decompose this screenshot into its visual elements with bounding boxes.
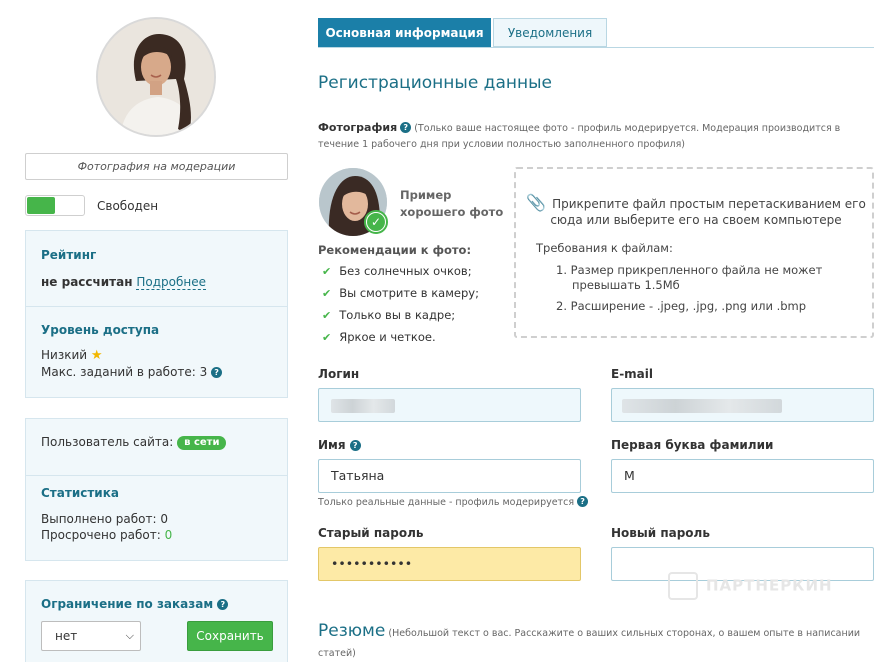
rating-title: Рейтинг — [41, 248, 97, 262]
name-label-text: Имя — [318, 438, 346, 452]
old-password-field[interactable]: ••••••••••• — [318, 547, 581, 581]
checkmark-icon: ✔ — [322, 309, 332, 322]
new-password-label: Новый пароль — [611, 526, 710, 540]
name-label: Имя ? — [318, 438, 361, 452]
resume-note: (Небольшой текст о вас. Расскажите о ваш… — [318, 628, 861, 659]
done-value: 0 — [160, 512, 169, 526]
old-password-label: Старый пароль — [318, 526, 424, 540]
avatar-image — [98, 19, 214, 135]
tab-basic-info[interactable]: Основная информация — [318, 18, 491, 47]
requirement-item: 1. Размер прикрепленного файла не может … — [556, 263, 823, 292]
max-tasks-label: Макс. заданий в работе: 3 — [41, 365, 208, 379]
moderation-status: Фотография на модерации — [25, 153, 288, 180]
requirements-list: 1. Размер прикрепленного файла не может … — [556, 263, 856, 320]
list-item: ✔ Только вы в кадре; — [322, 308, 479, 330]
check-icon: ✓ — [364, 210, 388, 234]
access-level: Низкий — [41, 348, 88, 362]
photo-note: (Только ваше настоящее фото - профиль мо… — [318, 123, 841, 150]
checkmark-icon: ✔ — [322, 265, 332, 278]
paperclip-icon: 📎 — [526, 193, 547, 212]
overdue-value: 0 — [164, 528, 173, 542]
email-field[interactable] — [611, 388, 874, 422]
checkmark-icon: ✔ — [322, 287, 332, 300]
recommendation-text: Только вы в кадре; — [339, 308, 456, 322]
recommendation-text: Вы смотрите в камеру; — [339, 286, 479, 300]
profile-avatar[interactable] — [96, 17, 216, 137]
resume-title: Резюме — [318, 621, 386, 641]
rating-value: не рассчитан — [41, 275, 133, 289]
name-hint-text: Только реальные данные - профиль модерир… — [318, 497, 575, 508]
recommendation-text: Без солнечных очков; — [339, 264, 472, 278]
rating-details-link[interactable]: Подробнее — [136, 275, 206, 290]
toggle-knob — [27, 197, 55, 214]
checkmark-icon: ✔ — [322, 331, 332, 344]
photo-description: Фотография ? (Только ваше настоящее фото… — [318, 120, 874, 153]
online-badge: в сети — [177, 436, 227, 450]
list-item: ✔ Без солнечных очков; — [322, 264, 479, 286]
recommendations-list: ✔ Без солнечных очков; ✔ Вы смотрите в кам… — [322, 264, 479, 352]
photo-label: Фотография — [318, 121, 398, 134]
help-icon[interactable]: ? — [577, 496, 589, 507]
help-icon[interactable]: ? — [400, 122, 412, 133]
save-button[interactable]: Сохранить — [187, 621, 273, 651]
redacted-value — [331, 399, 395, 413]
login-field[interactable] — [318, 388, 581, 422]
site-user-label: Пользователь сайта: — [41, 435, 174, 449]
order-limit-title: Ограничение по заказам — [41, 597, 214, 611]
requirements-title: Требования к файлам: — [536, 241, 673, 255]
login-label: Логин — [318, 367, 360, 381]
recommendations-title: Рекомендации к фото: — [318, 243, 472, 257]
surname-initial-label: Первая буква фамилии — [611, 438, 774, 452]
order-limit-value: нет — [55, 629, 78, 643]
watermark-logo-icon — [668, 572, 698, 600]
dropzone-instruction: Прикрепите файл простым перетаскиванием … — [550, 197, 866, 227]
watermark: ПАРТНЕРКИН — [668, 572, 833, 600]
help-icon[interactable]: ? — [217, 599, 229, 610]
availability-toggle[interactable] — [25, 195, 85, 216]
rating-card: Рейтинг не рассчитан Подробнее Уровень д… — [25, 230, 288, 398]
done-label: Выполнено работ: — [41, 512, 157, 526]
order-limit-select[interactable]: нет ⌵ — [41, 621, 141, 651]
chevron-down-icon: ⌵ — [125, 629, 134, 642]
star-icon: ★ — [90, 348, 103, 363]
stats-card: Пользователь сайта: в сети Статистика Вы… — [25, 418, 288, 561]
surname-initial-field[interactable]: М — [611, 459, 874, 493]
name-hint: Только реальные данные - профиль модерир… — [318, 496, 589, 508]
stats-title: Статистика — [41, 486, 119, 500]
section-title: Регистрационные данные — [318, 73, 552, 93]
name-field[interactable]: Татьяна — [318, 459, 581, 493]
recommendation-text: Яркое и четкое. — [339, 330, 436, 344]
email-label: E-mail — [611, 367, 654, 381]
tab-notifications[interactable]: Уведомления — [493, 18, 607, 47]
availability-label: Свободен — [97, 199, 159, 213]
list-item: ✔ Вы смотрите в камеру; — [322, 286, 479, 308]
tab-divider — [318, 47, 874, 48]
access-title: Уровень доступа — [41, 323, 160, 337]
example-photo-label: Пример хорошего фото — [400, 188, 504, 219]
photo-dropzone[interactable]: 📎 Прикрепите файл простым перетаскиванием… — [514, 167, 874, 338]
resume-heading: Резюме (Небольшой текст о вас. Расскажит… — [318, 621, 874, 662]
watermark-text: ПАРТНЕРКИН — [706, 576, 833, 595]
requirement-item: 2. Расширение - .jpeg, .jpg, .png или .b… — [556, 299, 807, 313]
overdue-label: Просрочено работ: — [41, 528, 161, 542]
list-item: ✔ Яркое и четкое. — [322, 330, 479, 352]
help-icon[interactable]: ? — [349, 440, 361, 451]
dropzone-text: 📎 Прикрепите файл простым перетаскиванием… — [526, 195, 866, 228]
redacted-value — [622, 399, 782, 413]
order-limit-card: Ограничение по заказам ? нет ⌵ Сохранить — [25, 580, 288, 662]
help-icon[interactable]: ? — [211, 367, 223, 378]
